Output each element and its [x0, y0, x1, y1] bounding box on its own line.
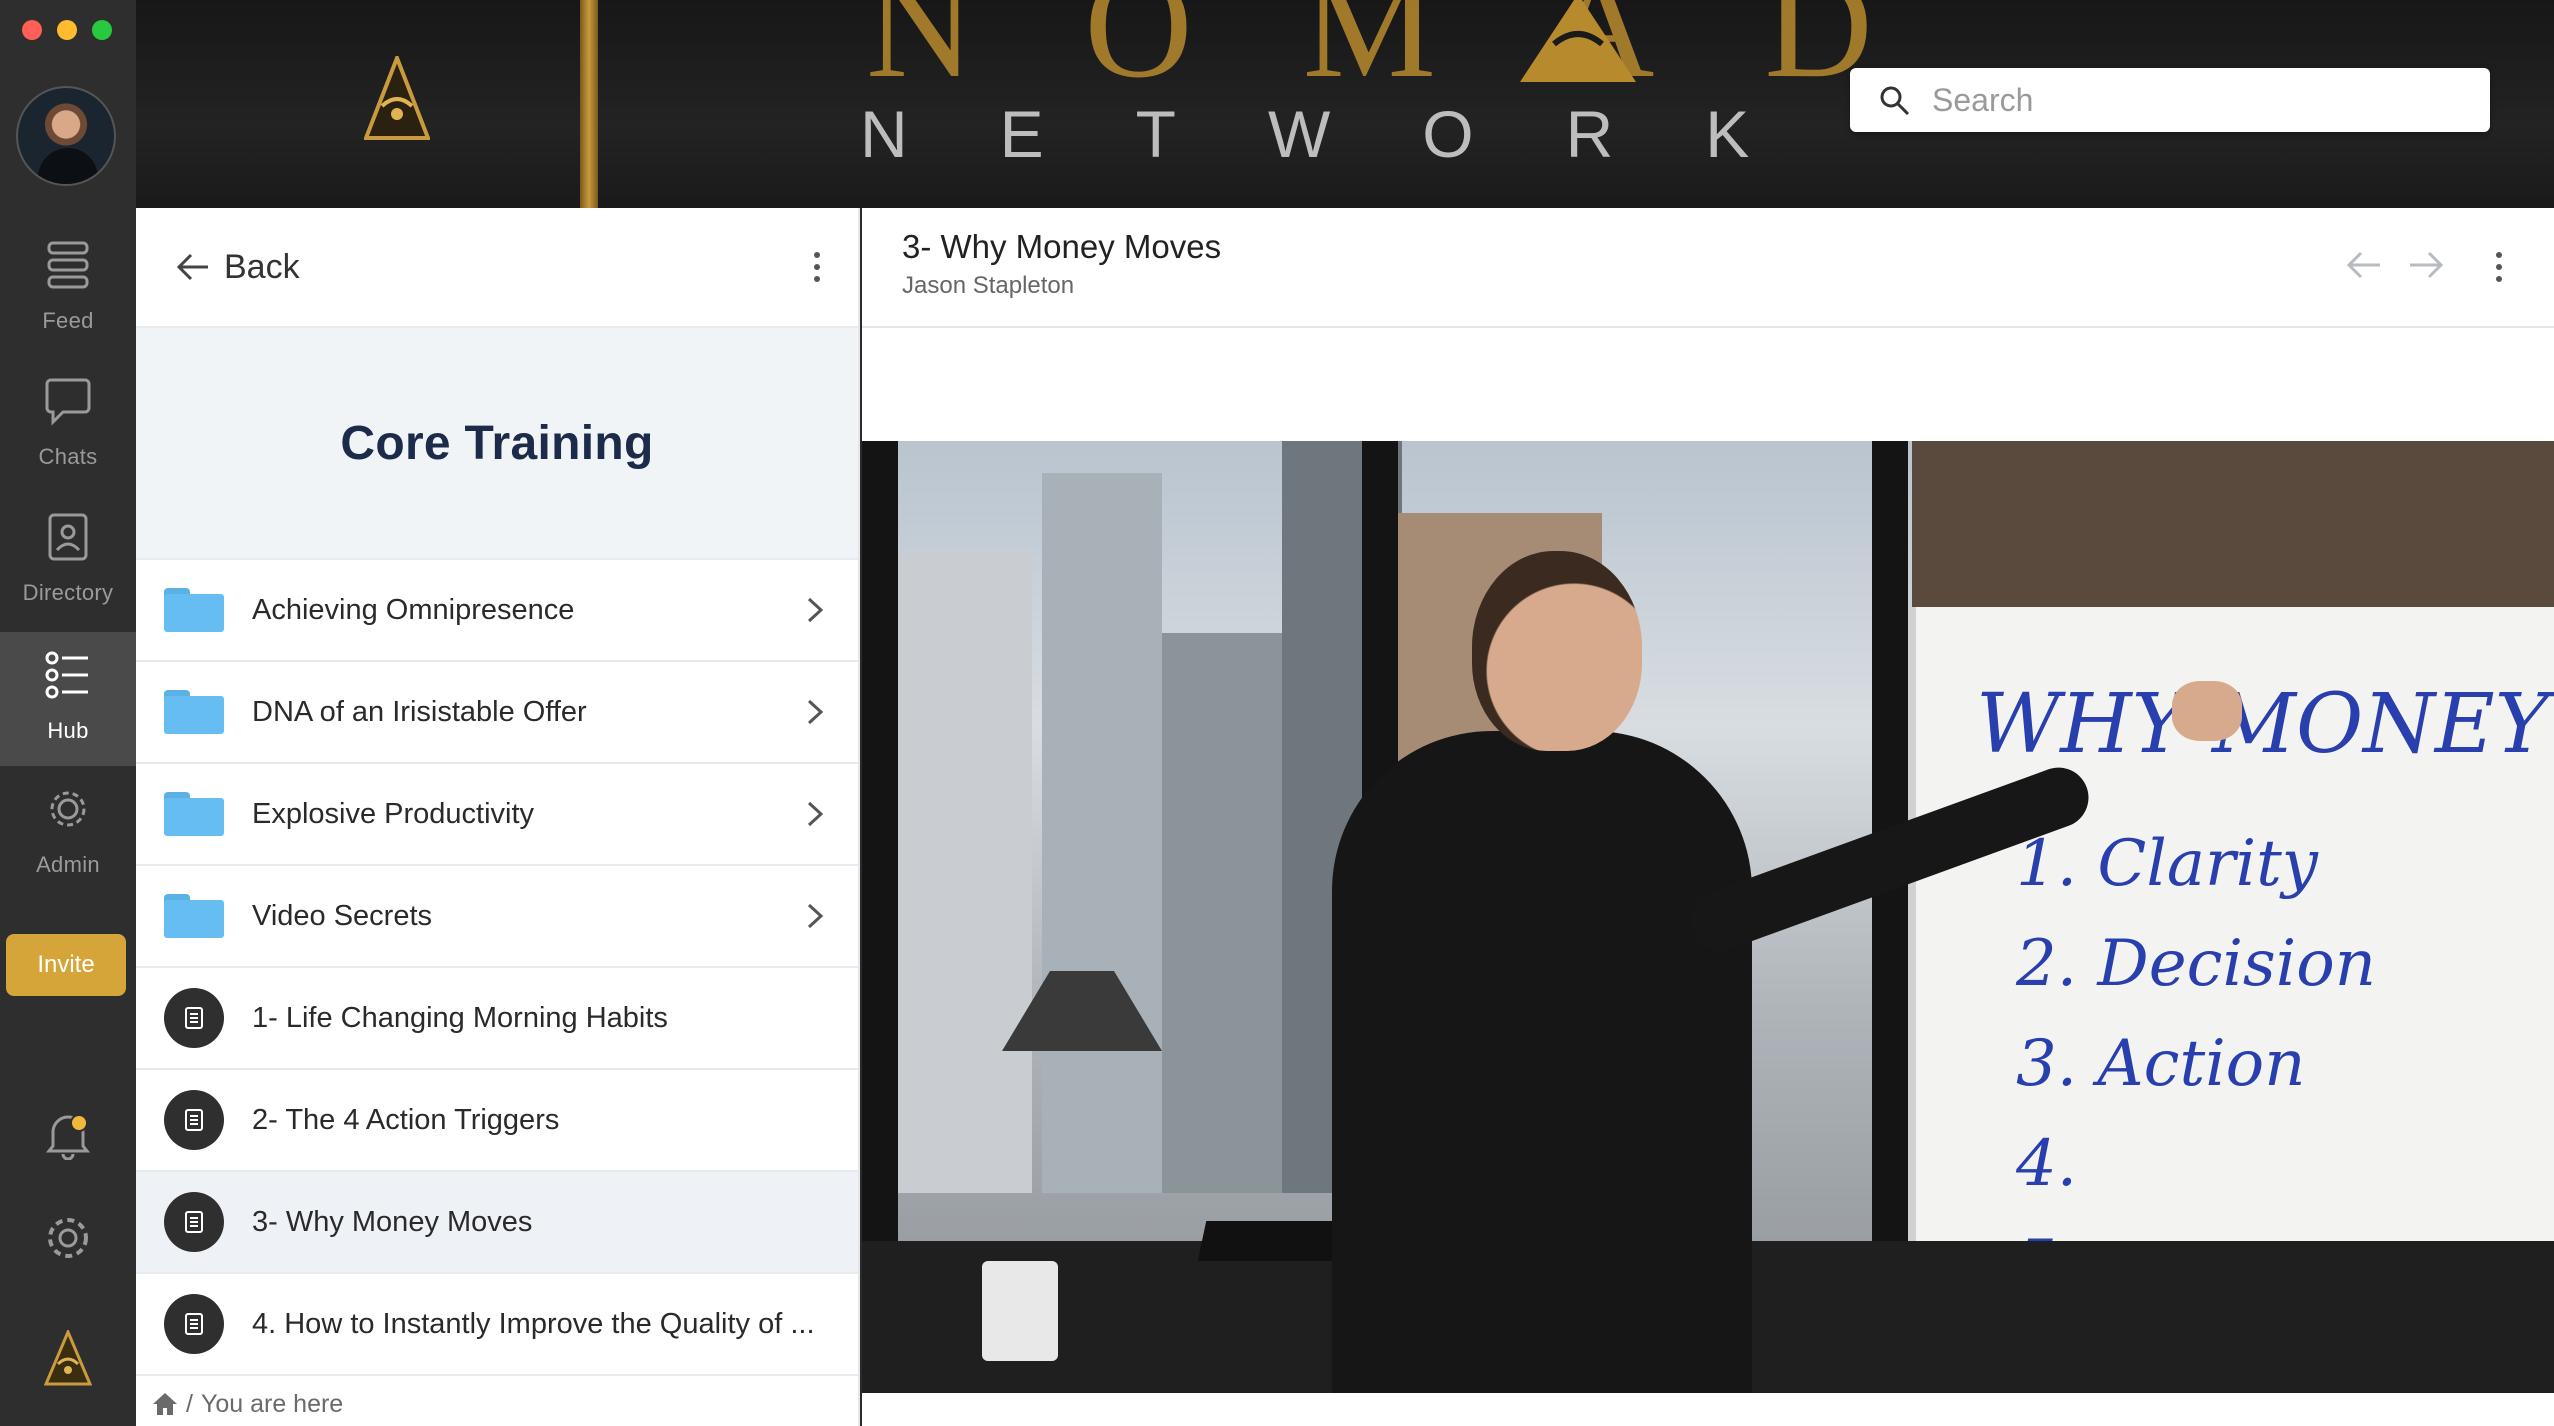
whiteboard-heading: WHY MONEY M: [1976, 677, 2554, 772]
video-building: [1042, 473, 1162, 1193]
rail-item-directory[interactable]: Directory: [0, 494, 136, 628]
rail-item-hub[interactable]: Hub: [0, 632, 136, 766]
hub-panel: Back Core Training Achieving Omnipresenc…: [136, 208, 860, 1426]
content-header: 3- Why Money Moves Jason Stapleton: [862, 208, 2554, 328]
folder-icon: [164, 894, 224, 938]
chevron-right-icon: [807, 699, 824, 725]
chat-icon: [45, 378, 91, 426]
nomad-logo-icon: [363, 52, 431, 140]
header-banner: NOMAD NETWORK: [136, 0, 2554, 208]
feed-icon: [47, 241, 89, 289]
hub-icon: [45, 651, 88, 699]
rail-item-label: Directory: [22, 580, 114, 605]
hood-figure-icon: [1520, 0, 1636, 82]
banner-network-text: NETWORK: [860, 97, 1842, 171]
folder-icon: [164, 690, 224, 734]
notifications-button[interactable]: [0, 1110, 136, 1165]
list-item[interactable]: 4. How to Instantly Improve the Quality …: [136, 1274, 858, 1376]
rail-item-chats[interactable]: Chats: [0, 358, 136, 492]
list-item-label: 1- Life Changing Morning Habits: [252, 1001, 668, 1034]
next-arrow-icon[interactable]: [2408, 250, 2444, 280]
window-controls: [22, 20, 112, 40]
folder-icon: [164, 792, 224, 836]
content-author: Jason Stapleton: [902, 272, 1075, 299]
close-window-button[interactable]: [22, 20, 42, 40]
rail-item-feed[interactable]: Feed: [0, 222, 136, 356]
gear-icon: [48, 1218, 88, 1258]
search-icon: [1880, 86, 1910, 116]
list-item-label: 4. How to Instantly Improve the Quality …: [252, 1307, 815, 1340]
hub-header: Core Training: [136, 328, 858, 560]
arrow-left-icon: [176, 253, 208, 281]
list-item[interactable]: 1- Life Changing Morning Habits: [136, 968, 858, 1070]
list-item-label: Achieving Omnipresence: [252, 593, 575, 626]
chevron-right-icon: [807, 597, 824, 623]
list-item-label: 3- Why Money Moves: [252, 1205, 533, 1238]
minimize-window-button[interactable]: [57, 20, 77, 40]
back-label: Back: [224, 247, 300, 286]
invite-button[interactable]: Invite: [6, 934, 126, 996]
search-input[interactable]: [1932, 81, 2452, 119]
hub-more-menu-button[interactable]: [814, 252, 820, 282]
brand-logo: [363, 52, 431, 149]
zoom-window-button[interactable]: [92, 20, 112, 40]
brand-logo: [0, 1328, 136, 1397]
previous-arrow-icon[interactable]: [2346, 250, 2382, 280]
left-rail: Feed Chats Directory Hub Admin Invite: [0, 0, 136, 1426]
rail-item-label: Hub: [47, 718, 89, 743]
video-mug: [982, 1261, 1058, 1361]
admin-gear-icon: [50, 791, 86, 827]
notification-dot: [70, 1114, 88, 1132]
whiteboard-line: 1. Clarity: [2016, 827, 2318, 901]
video-building: [892, 553, 1032, 1193]
rail-item-admin[interactable]: Admin: [0, 766, 136, 900]
video-player[interactable]: WHY MONEY M 1. Clarity 2. Decision 3. Ac…: [862, 441, 2554, 1393]
home-icon[interactable]: [152, 1392, 178, 1416]
document-icon: [164, 988, 224, 1048]
list-item[interactable]: Explosive Productivity: [136, 764, 858, 866]
chevron-right-icon: [807, 801, 824, 827]
banner-hood-logo: [1518, 0, 1638, 91]
list-item-label: DNA of an Irisistable Offer: [252, 695, 587, 728]
user-avatar[interactable]: [16, 86, 116, 186]
content-title: 3- Why Money Moves: [902, 228, 1222, 265]
rail-item-label: Chats: [38, 444, 98, 469]
list-item-label: Explosive Productivity: [252, 797, 535, 830]
content-panel: 3- Why Money Moves Jason Stapleton WHY M…: [862, 208, 2554, 1426]
rail-item-label: Admin: [36, 852, 100, 877]
whiteboard-line: 2. Decision: [2016, 927, 2376, 1001]
whiteboard-line: 3. Action: [2016, 1027, 2306, 1101]
list-item[interactable]: Video Secrets: [136, 866, 858, 968]
hub-toolbar: Back: [136, 208, 858, 328]
list-item[interactable]: DNA of an Irisistable Offer: [136, 662, 858, 764]
document-icon: [164, 1090, 224, 1150]
video-presenter: [1332, 551, 2097, 1393]
video-presenter-hand: [2172, 681, 2242, 741]
hub-title: Core Training: [340, 416, 654, 470]
folder-icon: [164, 588, 224, 632]
list-item-label: 2- The 4 Action Triggers: [252, 1103, 560, 1136]
back-button[interactable]: Back: [176, 248, 300, 287]
list-item-label: Video Secrets: [252, 899, 433, 932]
breadcrumb-separator: /: [186, 1389, 193, 1418]
breadcrumb: / You are here: [136, 1376, 858, 1426]
settings-button[interactable]: [0, 1212, 136, 1269]
whiteboard-line: 4.: [2016, 1127, 2078, 1201]
breadcrumb-current: You are here: [200, 1389, 344, 1418]
document-icon: [164, 1294, 224, 1354]
nomad-logo-icon: [43, 1328, 93, 1386]
chevron-right-icon: [807, 903, 824, 929]
content-more-menu-button[interactable]: [2496, 252, 2502, 282]
rail-item-label: Feed: [42, 308, 94, 333]
document-icon: [164, 1192, 224, 1252]
search-bar[interactable]: [1850, 68, 2490, 132]
list-item[interactable]: Achieving Omnipresence: [136, 560, 858, 662]
list-item-selected[interactable]: 3- Why Money Moves: [136, 1172, 858, 1274]
banner-divider: [580, 0, 598, 208]
list-item[interactable]: 2- The 4 Action Triggers: [136, 1070, 858, 1172]
content-navigation: [2346, 250, 2444, 280]
directory-icon: [48, 513, 88, 561]
